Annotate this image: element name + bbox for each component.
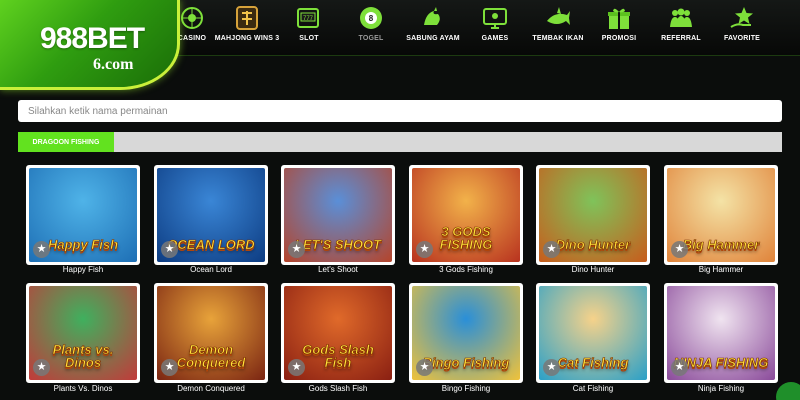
category-tab-dragoon-fishing[interactable]: DRAGOON FISHING bbox=[18, 132, 114, 152]
game-name-label[interactable]: Let's Shoot bbox=[281, 265, 395, 274]
favorite-star-icon[interactable]: ★ bbox=[288, 359, 305, 376]
game-name-label[interactable]: Ninja Fishing bbox=[664, 384, 778, 393]
game-card[interactable]: LET'S SHOOT ★ bbox=[281, 165, 395, 265]
people-icon bbox=[667, 4, 695, 32]
game-thumbnail: Dino Hunter ★ bbox=[539, 168, 647, 262]
game-thumbnail: Happy Fish ★ bbox=[29, 168, 137, 262]
game-thumbnail: Big Hammer ★ bbox=[667, 168, 775, 262]
favorite-star-icon[interactable]: ★ bbox=[33, 241, 50, 258]
favorite-star-icon[interactable]: ★ bbox=[288, 241, 305, 258]
game-card[interactable]: 3 GODS FISHING ★ bbox=[409, 165, 523, 265]
nav-item-tembak-ikan[interactable]: TEMBAK IKAN bbox=[526, 4, 590, 52]
monitor-icon bbox=[481, 4, 509, 32]
slot-machine-icon: 777 bbox=[295, 4, 323, 32]
favorite-star-icon[interactable]: ★ bbox=[416, 241, 433, 258]
nav-item-games[interactable]: GAMES bbox=[463, 4, 527, 52]
game-thumbnail: Bingo Fishing ★ bbox=[412, 286, 520, 380]
game-name-label[interactable]: Cat Fishing bbox=[536, 384, 650, 393]
svg-text:8: 8 bbox=[369, 14, 374, 23]
nav-item-slot[interactable]: 777 SLOT bbox=[277, 4, 341, 52]
game-card[interactable]: Dino Hunter ★ bbox=[536, 165, 650, 265]
game-card[interactable]: Bingo Fishing ★ bbox=[409, 283, 523, 383]
favorite-star-icon[interactable]: ★ bbox=[161, 359, 178, 376]
favorite-star-icon[interactable]: ★ bbox=[543, 241, 560, 258]
brand-logo[interactable]: 988BET 6.com bbox=[0, 0, 180, 90]
chat-widget-button[interactable] bbox=[776, 382, 800, 400]
nav-label: FAVORITE bbox=[723, 35, 761, 42]
game-name-label[interactable]: Plants Vs. Dinos bbox=[26, 384, 140, 393]
game-name-label[interactable]: Dino Hunter bbox=[536, 265, 650, 274]
nav-label: MAHJONG WINS 3 bbox=[214, 35, 280, 42]
svg-text:777: 777 bbox=[303, 16, 314, 22]
game-thumbnail: Plants vs. Dinos ★ bbox=[29, 286, 137, 380]
favorite-star-icon[interactable]: ★ bbox=[671, 241, 688, 258]
rooster-icon bbox=[419, 4, 447, 32]
game-thumbnail: Gods Slash Fish ★ bbox=[284, 286, 392, 380]
game-name-label[interactable]: 3 Gods Fishing bbox=[409, 265, 523, 274]
game-card[interactable]: Cat Fishing ★ bbox=[536, 283, 650, 383]
game-card[interactable]: Demon Conquered ★ bbox=[154, 283, 268, 383]
game-name-label[interactable]: Ocean Lord bbox=[154, 265, 268, 274]
game-card[interactable]: Big Hammer ★ bbox=[664, 165, 778, 265]
nav-item-favorite[interactable]: FAVORITE bbox=[710, 4, 774, 52]
game-thumbnail: 3 GODS FISHING ★ bbox=[412, 168, 520, 262]
game-card[interactable]: NINJA FISHING ★ bbox=[664, 283, 778, 383]
search-input[interactable] bbox=[28, 105, 782, 117]
gift-icon bbox=[605, 4, 633, 32]
roulette-icon bbox=[178, 4, 206, 32]
game-card[interactable]: OCEAN LORD ★ bbox=[154, 165, 268, 265]
game-name-label[interactable]: Happy Fish bbox=[26, 265, 140, 274]
nav-label: REFERRAL bbox=[661, 35, 701, 42]
game-name-label[interactable]: Demon Conquered bbox=[154, 384, 268, 393]
nav-label: TOGEL bbox=[358, 35, 384, 42]
game-card[interactable]: Plants vs. Dinos ★ bbox=[26, 283, 140, 383]
nav-label: TEMBAK IKAN bbox=[532, 35, 584, 42]
nav-item-mahjong-wins-3[interactable]: MAHJONG WINS 3 bbox=[215, 4, 279, 52]
nav-item-togel[interactable]: 8 TOGEL bbox=[339, 4, 403, 52]
game-name-label[interactable]: Bingo Fishing bbox=[409, 384, 523, 393]
game-name-label[interactable]: Gods Slash Fish bbox=[281, 384, 395, 393]
favorite-star-icon[interactable]: ★ bbox=[161, 241, 178, 258]
nav-label: PROMOSI bbox=[601, 35, 637, 42]
favorite-star-icon[interactable]: ★ bbox=[416, 359, 433, 376]
star-hand-icon bbox=[728, 4, 756, 32]
nav-item-sabung-ayam[interactable]: SABUNG AYAM bbox=[401, 4, 465, 52]
lottery-ball-icon: 8 bbox=[357, 4, 385, 32]
favorite-star-icon[interactable]: ★ bbox=[543, 359, 560, 376]
nav-item-referral[interactable]: REFERRAL bbox=[649, 4, 713, 52]
nav-label: SLOT bbox=[299, 35, 319, 42]
nav-label: GAMES bbox=[481, 35, 509, 42]
game-name-label[interactable]: Big Hammer bbox=[664, 265, 778, 274]
nav-label: CASINO bbox=[177, 35, 207, 42]
game-thumbnail: Cat Fishing ★ bbox=[539, 286, 647, 380]
logo-text: 988BET bbox=[40, 22, 145, 55]
game-thumbnail: OCEAN LORD ★ bbox=[157, 168, 265, 262]
category-bar: DRAGOON FISHING bbox=[18, 132, 782, 152]
nav-label: SABUNG AYAM bbox=[406, 35, 460, 42]
shark-icon bbox=[544, 4, 572, 32]
game-card[interactable]: Gods Slash Fish ★ bbox=[281, 283, 395, 383]
favorite-star-icon[interactable]: ★ bbox=[671, 359, 688, 376]
game-thumbnail: Demon Conquered ★ bbox=[157, 286, 265, 380]
mahjong-icon bbox=[233, 4, 261, 32]
nav-item-promosi[interactable]: PROMOSI bbox=[587, 4, 651, 52]
logo-domain: 6.com bbox=[93, 56, 134, 73]
game-thumbnail: NINJA FISHING ★ bbox=[667, 286, 775, 380]
game-card[interactable]: Happy Fish ★ bbox=[26, 165, 140, 265]
favorite-star-icon[interactable]: ★ bbox=[33, 359, 50, 376]
search-bar bbox=[18, 100, 782, 122]
game-thumbnail: LET'S SHOOT ★ bbox=[284, 168, 392, 262]
